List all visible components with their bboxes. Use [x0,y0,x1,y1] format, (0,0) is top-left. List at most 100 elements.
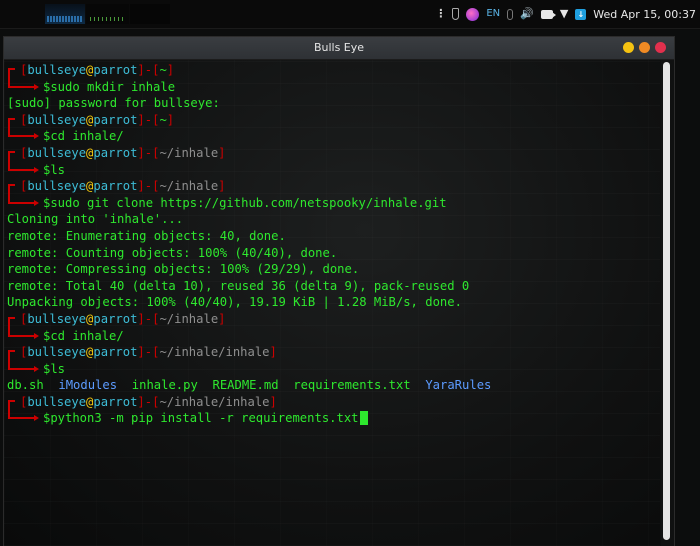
system-tray: ⋮ EN 🔊 ▼ ↓ Wed Apr 15, 00:37 [435,5,696,23]
prompt-host: parrot [93,311,138,326]
close-button[interactable] [655,42,666,53]
prompt-sep: - [144,112,153,127]
prompt-user: bullseye [27,112,87,127]
command-text: $ls [43,162,66,177]
terminal-content[interactable]: [bullseye@parrot]-[~] $sudo mkdir inhale [… [4,60,660,546]
command-line: $cd inhale/ [7,128,491,145]
prompt-bracket: ] [166,112,175,127]
prompt-user: bullseye [27,63,87,77]
command-line: $sudo mkdir inhale [7,78,491,96]
terminal-window: Bulls Eye [bullseye@parrot]-[~] $sudo mkd… [3,36,675,546]
prompt-bracket: ] [166,63,175,77]
prompt-path: ~ [159,63,167,77]
prompt-sep: - [144,145,153,160]
prompt-user: bullseye [27,345,87,360]
output-line: [sudo] password for bullseye: [7,96,220,111]
prompt-user: bullseye [27,394,87,409]
prompt-host: parrot [93,345,138,360]
menu-dots-icon[interactable]: ⋮ [435,5,446,23]
prompt-path: ~/inhale/inhale [159,394,270,409]
prompt-sep: - [144,63,153,77]
scrollbar-thumb[interactable] [663,62,670,540]
prompt-bracket: ] [137,63,145,77]
prompt-host: parrot [93,179,138,194]
ls-entry: requirements.txt [293,378,411,393]
prompt-bracket: ] [137,145,145,160]
terminal-cursor [359,411,368,426]
command-line: $cd inhale/ [7,327,491,345]
camera-icon[interactable] [540,9,556,19]
command-text: $sudo mkdir inhale [43,79,176,94]
ls-entry: iModules [58,378,118,393]
prompt-host: parrot [93,394,138,409]
window-title: Bulls Eye [313,41,365,54]
output-line: remote: Enumerating objects: 40, done. [7,228,286,243]
command-line: $ls [7,161,491,179]
output-line: Unpacking objects: 100% (40/40), 19.19 K… [7,295,462,310]
prompt-user: bullseye [27,179,87,194]
prompt-bracket: ] [269,394,277,409]
command-text: $cd inhale/ [43,129,124,144]
prompt-host: parrot [93,63,138,77]
prompt-bracket: ] [137,112,145,127]
prompt-header: [bullseye@parrot]-[~/inhale] [7,145,491,162]
maximize-button[interactable] [639,42,650,53]
parrot-app-icon[interactable] [466,7,480,21]
minimize-button[interactable] [623,42,634,53]
prompt-header: [bullseye@parrot]-[~/inhale/inhale] [7,344,491,361]
window-titlebar[interactable]: Bulls Eye [4,37,674,60]
prompt-path: ~ [159,112,167,127]
prompt-header: [bullseye@parrot]-[~] [7,62,491,79]
shield-icon[interactable] [452,8,460,20]
prompt-header: [bullseye@parrot]-[~/inhale] [7,178,491,195]
clock[interactable]: Wed Apr 15, 00:37 [593,8,696,21]
prompt-sep: - [144,345,153,360]
command-text: $python3 -m pip install -r requirements.… [43,411,359,426]
language-indicator[interactable]: EN [486,5,500,23]
command-text: $cd inhale/ [43,328,124,343]
ls-entry: YaraRules [425,378,492,393]
workspace-3[interactable] [130,4,170,24]
command-line: $ls [7,360,491,378]
ls-entry: README.md [212,378,279,393]
prompt-path: ~/inhale [159,311,219,326]
window-controls [623,42,666,53]
scrollbar[interactable] [661,60,674,546]
prompt-bracket: ] [137,311,145,326]
prompt-user: bullseye [27,311,87,326]
command-text: $ls [43,361,66,376]
workspace-2[interactable] [86,4,129,24]
prompt-bracket: ] [137,394,145,409]
prompt-bracket: ] [218,145,226,160]
prompt-bracket: ] [137,179,145,194]
prompt-path: ~/inhale [159,145,219,160]
prompt-path: ~/inhale/inhale [159,345,270,360]
prompt-host: parrot [93,112,138,127]
command-line: $sudo git clone https://github.com/netsp… [7,194,491,212]
output-line: remote: Total 40 (delta 10), reused 36 (… [7,278,470,293]
prompt-bracket: ] [218,179,226,194]
volume-icon[interactable]: 🔊 [520,5,534,23]
workspace-1[interactable] [45,4,85,24]
top-panel: ⋮ EN 🔊 ▼ ↓ Wed Apr 15, 00:37 [0,0,700,29]
prompt-header: [bullseye@parrot]-[~/inhale/inhale] [7,394,491,411]
output-line: remote: Compressing objects: 100% (29/29… [7,262,360,277]
prompt-path: ~/inhale [159,179,219,194]
ls-output: db.sh iModules inhale.py README.md requi… [7,377,491,394]
prompt-bracket: ] [137,345,145,360]
workspace-switcher[interactable] [45,4,170,24]
prompt-bracket: ] [269,345,277,360]
ls-entry: inhale.py [131,378,198,393]
wifi-icon[interactable]: ▼ [560,5,568,23]
prompt-sep: - [144,394,153,409]
microphone-icon[interactable] [507,8,514,20]
prompt-sep: - [144,311,153,326]
output-line: remote: Counting objects: 100% (40/40), … [7,245,338,260]
ls-entry: db.sh [7,378,44,393]
output-line: Cloning into 'inhale'... [7,212,184,227]
prompt-host: parrot [93,145,138,160]
update-icon[interactable]: ↓ [575,8,587,20]
prompt-sep: - [144,179,153,194]
terminal-output: [bullseye@parrot]-[~] $sudo mkdir inhale [… [7,62,491,427]
prompt-user: bullseye [27,145,87,160]
